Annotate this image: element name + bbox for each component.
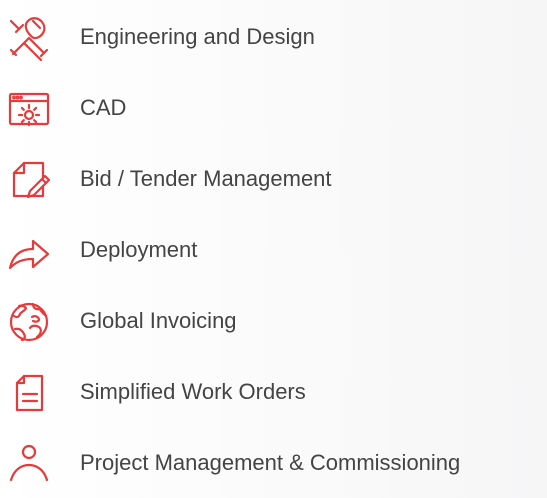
- user-icon: [6, 441, 52, 487]
- feature-label: Deployment: [80, 237, 198, 262]
- feature-item-global-invoicing: Global Invoicing: [0, 292, 547, 348]
- feature-item-simplified-work-orders: Simplified Work Orders: [0, 363, 547, 419]
- feature-list: Engineering and Design CAD Bid / Tender …: [0, 0, 547, 498]
- feature-item-cad: CAD: [0, 79, 547, 135]
- tools-icon: [6, 15, 52, 62]
- feature-item-project-management-commissioning: Project Management & Commissioning: [0, 434, 547, 490]
- feature-label: Global Invoicing: [80, 308, 237, 333]
- browser-gear-icon: [6, 86, 52, 132]
- feature-item-bid-tender-management: Bid / Tender Management: [0, 150, 547, 206]
- feature-label: CAD: [80, 95, 127, 120]
- arrow-right-icon: [6, 228, 52, 274]
- globe-icon: [6, 299, 52, 345]
- feature-label: Bid / Tender Management: [80, 166, 332, 191]
- feature-label: Simplified Work Orders: [80, 379, 306, 404]
- document-pen-icon: [6, 157, 52, 203]
- feature-label: Project Management & Commissioning: [80, 450, 461, 475]
- document-lines-icon: [6, 370, 52, 416]
- feature-item-deployment: Deployment: [0, 221, 547, 277]
- feature-item-engineering-design: Engineering and Design: [0, 8, 547, 64]
- feature-label: Engineering and Design: [80, 24, 315, 49]
